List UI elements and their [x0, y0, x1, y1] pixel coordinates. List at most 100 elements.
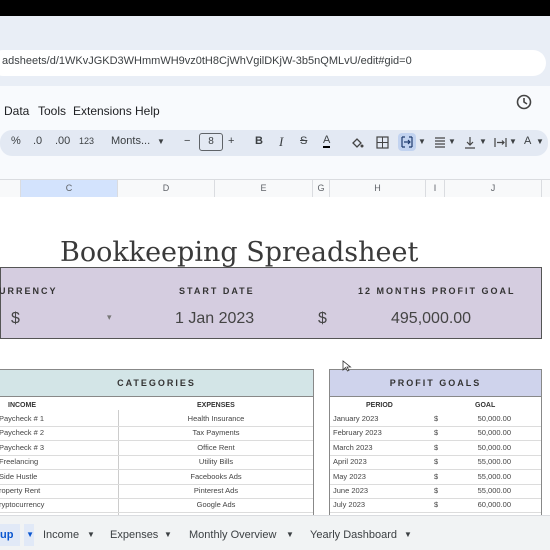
strikethrough-button[interactable]: S — [300, 135, 307, 147]
number-format-button[interactable]: 123 — [79, 136, 94, 146]
fill-color-icon[interactable] — [351, 136, 364, 149]
income-header: INCOME — [8, 402, 36, 409]
chevron-down-icon[interactable]: ▼ — [24, 524, 34, 546]
income-cell[interactable]: roperty Rent — [0, 486, 40, 495]
chevron-down-icon[interactable]: ▼ — [164, 524, 172, 546]
history-icon[interactable] — [515, 93, 533, 111]
font-size-increase-button[interactable]: + — [228, 135, 234, 147]
income-cell[interactable]: ryptocurrency — [0, 500, 44, 509]
column-header-blank[interactable] — [0, 180, 21, 197]
currency-cell[interactable]: $ — [434, 443, 438, 452]
period-cell[interactable]: July 2023 — [333, 500, 365, 509]
currency-value[interactable]: $ — [11, 310, 20, 328]
expense-cell[interactable]: Google Ads — [197, 500, 236, 509]
income-cell[interactable]: Paycheck # 1 — [0, 414, 44, 423]
period-cell[interactable]: June 2023 — [333, 486, 368, 495]
font-select[interactable]: Monts... — [111, 135, 150, 147]
goal-cell[interactable]: 50,000.00 — [478, 443, 511, 452]
percent-button[interactable]: % — [11, 135, 21, 147]
text-rotation-button[interactable]: A — [524, 135, 531, 147]
merge-cells-button[interactable] — [398, 133, 416, 151]
table-row: Paycheck # 3 Office Rent — [0, 441, 313, 456]
income-cell[interactable]: Paycheck # 2 — [0, 428, 44, 437]
page-title: Bookkeeping Spreadsheet — [60, 237, 419, 268]
menu-extensions[interactable]: Extensions — [73, 104, 132, 118]
column-header-e[interactable]: E — [215, 180, 313, 197]
goal-cell[interactable]: 50,000.00 — [478, 428, 511, 437]
borders-icon[interactable] — [376, 136, 389, 149]
profit-goal-value[interactable]: 495,000.00 — [391, 310, 471, 328]
font-size-input[interactable]: 8 — [199, 133, 223, 151]
period-header: PERIOD — [366, 402, 393, 409]
currency-cell[interactable]: $ — [434, 428, 438, 437]
align-horizontal-icon[interactable] — [434, 137, 446, 148]
goal-cell[interactable]: 50,000.00 — [478, 414, 511, 423]
categories-title: CATEGORIES — [0, 370, 313, 396]
italic-button[interactable]: I — [279, 134, 283, 150]
column-header-j[interactable]: J — [445, 180, 542, 197]
text-wrap-icon[interactable] — [494, 137, 507, 148]
address-bar[interactable]: adsheets/d/1WKvJGKD3WHmmWH9vz0tH8CjWhVgi… — [0, 50, 546, 76]
decrease-decimal-button[interactable]: .0 — [33, 135, 42, 147]
expense-cell[interactable]: Facebooks Ads — [190, 472, 241, 481]
menu-help[interactable]: Help — [135, 104, 160, 118]
font-size-decrease-button[interactable]: − — [184, 135, 190, 147]
goal-cell[interactable]: 55,000.00 — [478, 486, 511, 495]
expense-cell[interactable]: Pinterest Ads — [194, 486, 238, 495]
tab-expenses[interactable]: Expenses — [110, 524, 158, 546]
expense-cell[interactable]: Utility Bills — [199, 457, 233, 466]
income-cell[interactable]: Side Hustle — [0, 472, 37, 481]
table-row: May 2023 $55,000.00 — [330, 470, 541, 485]
text-color-button[interactable]: A — [323, 135, 331, 148]
start-date-label: START DATE — [179, 286, 255, 296]
period-cell[interactable]: April 2023 — [333, 457, 367, 466]
column-header-i[interactable]: I — [426, 180, 445, 197]
menu-data[interactable]: Data — [4, 104, 29, 118]
column-header-h[interactable]: H — [330, 180, 426, 197]
table-row: Freelancing Utility Bills — [0, 455, 313, 471]
period-cell[interactable]: May 2023 — [333, 472, 366, 481]
increase-decimal-button[interactable]: .00 — [55, 135, 70, 147]
align-vertical-icon[interactable] — [464, 136, 476, 149]
url-text: adsheets/d/1WKvJGKD3WHmmWH9vz0tH8CjWhVgi… — [2, 55, 412, 67]
bold-button[interactable]: B — [255, 135, 263, 147]
start-date-value[interactable]: 1 Jan 2023 — [175, 310, 254, 328]
chevron-down-icon[interactable]: ▼ — [286, 524, 294, 546]
currency-cell[interactable]: $ — [434, 486, 438, 495]
goal-cell[interactable]: 60,000.00 — [478, 500, 511, 509]
currency-cell[interactable]: $ — [434, 414, 438, 423]
period-cell[interactable]: January 2023 — [333, 414, 378, 423]
sheet-grid[interactable]: Bookkeeping Spreadsheet URRENCY $ ▾ STAR… — [0, 197, 550, 516]
table-row: ryptocurrency Google Ads — [0, 498, 313, 514]
chevron-down-icon: ▼ — [157, 137, 165, 146]
expense-cell[interactable]: Tax Payments — [192, 428, 239, 437]
column-header-g[interactable]: G — [313, 180, 330, 197]
income-cell[interactable]: Paycheck # 3 — [0, 443, 44, 452]
chevron-down-icon: ▼ — [536, 137, 544, 146]
period-cell[interactable]: February 2023 — [333, 428, 382, 437]
menu-tools[interactable]: Tools — [38, 104, 66, 118]
currency-cell[interactable]: $ — [434, 472, 438, 481]
tab-monthly-overview[interactable]: Monthly Overview — [189, 524, 276, 546]
mouse-cursor-icon — [342, 360, 352, 372]
tab-income[interactable]: Income — [43, 524, 79, 546]
chevron-down-icon[interactable]: ▾ — [107, 312, 112, 323]
column-header-row: C D E G H I J — [0, 179, 550, 198]
expense-cell[interactable]: Office Rent — [197, 443, 234, 452]
column-header-d[interactable]: D — [118, 180, 215, 197]
merge-icon — [401, 136, 413, 148]
tab-setup[interactable]: up — [0, 524, 21, 546]
goal-cell[interactable]: 55,000.00 — [478, 457, 511, 466]
chevron-down-icon[interactable]: ▼ — [404, 524, 412, 546]
expense-cell[interactable]: Health Insurance — [188, 414, 245, 423]
column-header-c[interactable]: C — [21, 180, 118, 197]
currency-cell[interactable]: $ — [434, 457, 438, 466]
currency-cell[interactable]: $ — [434, 500, 438, 509]
chevron-down-icon[interactable]: ▼ — [87, 524, 95, 546]
tab-yearly-dashboard[interactable]: Yearly Dashboard — [310, 524, 397, 546]
income-cell[interactable]: Freelancing — [0, 457, 38, 466]
goal-cell[interactable]: 55,000.00 — [478, 472, 511, 481]
categories-table: CATEGORIES INCOME EXPENSES Paycheck # 1 H… — [0, 369, 314, 516]
table-row: roperty Rent Pinterest Ads — [0, 484, 313, 499]
period-cell[interactable]: March 2023 — [333, 443, 373, 452]
